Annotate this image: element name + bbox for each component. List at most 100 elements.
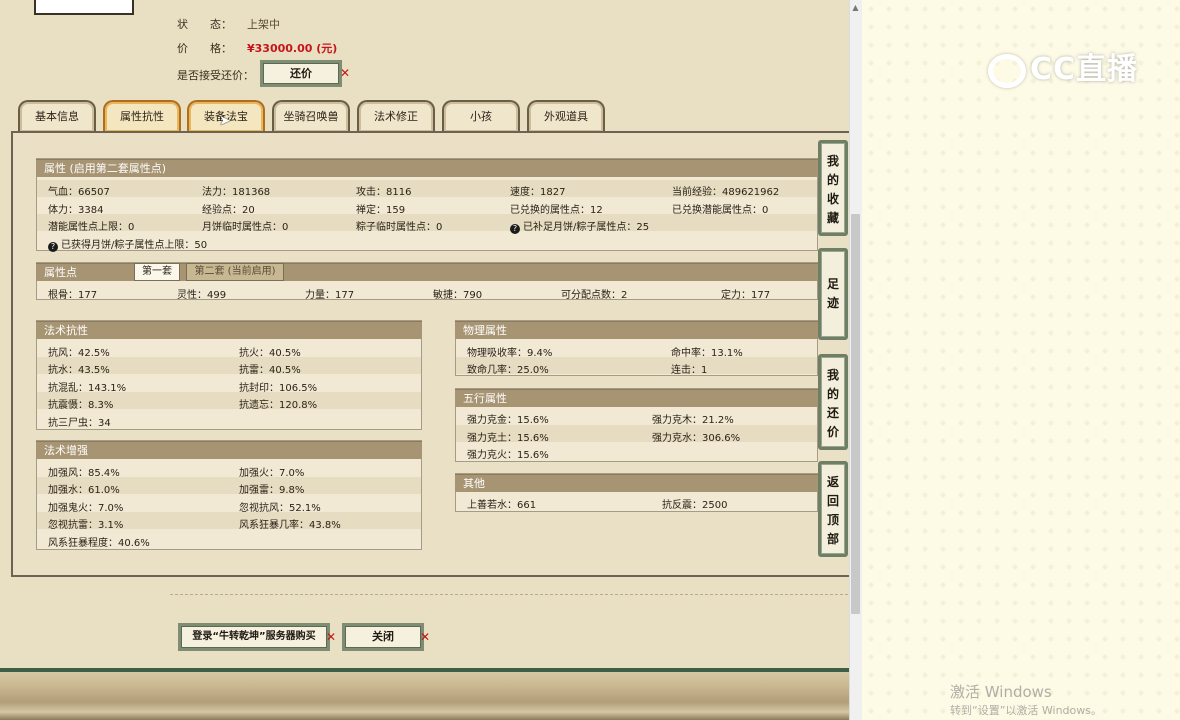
resist-cell: 抗封印：106.5% [239, 383, 318, 394]
divider [170, 594, 848, 595]
five-cell: 强力克水：306.6% [652, 433, 741, 444]
help-icon[interactable]: ? [510, 224, 520, 234]
tab-appearance[interactable]: 外观道具 [527, 100, 605, 132]
side-char: 顶 [826, 513, 839, 527]
enhance-title: 法术增强 [36, 441, 422, 459]
enhance-cell: 加强火：7.0% [239, 468, 305, 479]
my-favorites-button[interactable]: 我 的 收 藏 [818, 140, 848, 236]
attr-cell: 潜能属性点上限：0 [48, 222, 135, 233]
tab-spell-correction[interactable]: 法术修正 [357, 100, 435, 132]
physical-cell: 连击：1 [671, 365, 708, 376]
tab-basic-info[interactable]: 基本信息 [18, 100, 96, 132]
price-value: ¥33000.00 (元) [247, 42, 338, 55]
trade-detail-window: 状 态： 上架中 价 格： ¥33000.00 (元) 是否接受还价： 还价 ✕ 基… [0, 0, 849, 720]
bargain-label: 是否接受还价： [177, 69, 254, 82]
close-button[interactable]: 关闭 [342, 623, 424, 651]
resist-cell: 抗三尸虫：34 [48, 418, 111, 429]
attr-cell: 体力：3384 [48, 205, 104, 216]
resist-cell: 抗震慑：8.3% [48, 400, 114, 411]
tab-attributes[interactable]: 属性抗性 [103, 100, 181, 132]
scrollbar-thumb[interactable] [851, 214, 860, 614]
attr-note-text: 已获得月饼/粽子属性点上限：50 [61, 240, 208, 251]
status-label: 状 态： [177, 18, 232, 31]
windows-activation-title: 激活 Windows [950, 683, 1052, 701]
side-char: 我 [826, 154, 839, 168]
side-char: 藏 [826, 211, 839, 225]
attributes-title: 属性 (启用第二套属性点) [36, 159, 818, 177]
point-cell: 敏捷：790 [433, 290, 483, 301]
other-cell: 上善若水：661 [467, 500, 537, 511]
enhance-cell: 风系狂暴几率：43.8% [239, 520, 341, 531]
attr-cell: 粽子临时属性点：0 [356, 222, 443, 233]
resist-cell: 抗雷：40.5% [239, 365, 301, 376]
item-image [34, 0, 134, 15]
point-cell: 可分配点数：2 [561, 290, 628, 301]
price-row: 价 格： ¥33000.00 (元) [177, 40, 337, 56]
resist-title: 法术抗性 [36, 321, 422, 339]
five-cell: 强力克火：15.6% [467, 450, 549, 461]
close-x-icon[interactable]: ✕ [420, 630, 430, 644]
side-char: 还 [826, 406, 839, 420]
close-x-icon[interactable]: ✕ [340, 66, 350, 80]
attr-cell: 速度：1827 [510, 187, 566, 198]
back-to-top-button[interactable]: 返 回 顶 部 [818, 461, 848, 557]
cc-live-logo: CC直播 [988, 44, 1138, 88]
tab-mounts-pets[interactable]: 坐骑召唤兽 [272, 100, 350, 132]
resist-cell: 抗遗忘：120.8% [239, 400, 318, 411]
side-char: 收 [826, 192, 839, 206]
enhance-cell: 忽视抗雷：3.1% [48, 520, 124, 531]
side-char: 的 [826, 387, 839, 401]
physical-cell: 致命几率：25.0% [467, 365, 549, 376]
enhance-cell: 忽视抗风：52.1% [239, 503, 321, 514]
decorative-footer [0, 668, 849, 720]
resist-cell: 抗火：40.5% [239, 348, 301, 359]
point-cell: 定力：177 [721, 290, 771, 301]
point-cell: 灵性：499 [177, 290, 227, 301]
attr-cell: 已兑换的属性点：12 [510, 205, 603, 216]
five-cell: 强力克木：21.2% [652, 415, 734, 426]
point-cell: 根骨：177 [48, 290, 98, 301]
my-bargain-button[interactable]: 我 的 还 价 [818, 354, 848, 450]
logo-text: CC直播 [1030, 52, 1139, 87]
bargain-button[interactable]: 还价 [260, 60, 342, 87]
desktop-background [862, 0, 1180, 720]
side-char: 迹 [826, 296, 839, 310]
attr-cell: 禅定：159 [356, 205, 406, 216]
footprints-button[interactable]: 足 迹 [818, 248, 848, 340]
subtab-second-set[interactable]: 第二套 (当前启用) [186, 263, 284, 281]
attr-note: ? 已获得月饼/粽子属性点上限：50 [48, 236, 207, 252]
side-char: 的 [826, 173, 839, 187]
five-cell: 强力克金：15.6% [467, 415, 549, 426]
windows-activation-subtitle: 转到“设置”以激活 Windows。 [950, 704, 1102, 717]
attr-cell-text: 已补足月饼/粽子属性点：25 [523, 222, 650, 233]
enhance-cell: 加强水：61.0% [48, 485, 120, 496]
other-title: 其他 [455, 474, 818, 492]
side-char: 足 [826, 277, 839, 291]
mouse-cursor-icon: ➤ [219, 113, 231, 129]
attr-cell: 攻击：8116 [356, 187, 412, 198]
physical-title: 物理属性 [455, 321, 818, 339]
physical-cell: 物理吸收率：9.4% [467, 348, 553, 359]
attr-cell: 月饼临时属性点：0 [202, 222, 289, 233]
resist-cell: 抗混乱：143.1% [48, 383, 127, 394]
status-row: 状 态： 上架中 [177, 16, 280, 32]
login-server-buy-button[interactable]: 登录“牛转乾坤”服务器购买 [178, 623, 330, 651]
side-char: 我 [826, 368, 839, 382]
side-char: 返 [826, 475, 839, 489]
resist-cell: 抗风：42.5% [48, 348, 110, 359]
attr-cell: 当前经验：489621962 [672, 187, 780, 198]
tab-children[interactable]: 小孩 [442, 100, 520, 132]
attr-cell: 法力：181368 [202, 187, 271, 198]
side-char: 价 [826, 425, 839, 439]
price-label: 价 格： [177, 42, 232, 55]
help-icon[interactable]: ? [48, 242, 58, 252]
enhance-cell: 加强鬼火：7.0% [48, 503, 124, 514]
attr-cell: 已兑换潜能属性点：0 [672, 205, 769, 216]
side-char: 回 [826, 494, 839, 508]
close-x-icon[interactable]: ✕ [326, 630, 336, 644]
scroll-up-arrow-icon[interactable]: ▲ [851, 3, 860, 12]
subtab-first-set[interactable]: 第一套 [134, 263, 180, 281]
attr-cell: ? 已补足月饼/粽子属性点：25 [510, 218, 649, 234]
side-char: 部 [826, 532, 839, 546]
point-cell: 力量：177 [305, 290, 355, 301]
